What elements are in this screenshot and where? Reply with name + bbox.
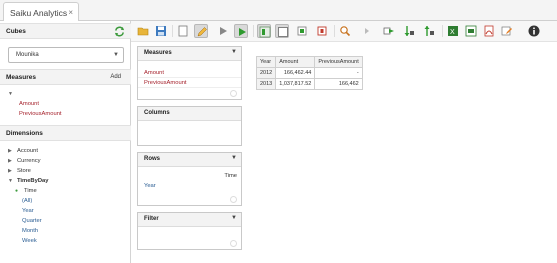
level-year[interactable]: Year [22, 208, 34, 214]
dropzone-icon [230, 240, 237, 247]
table-cell: 166,462 [314, 78, 363, 90]
tab-saiku-analytics[interactable]: Saiku Analytics × [3, 2, 79, 22]
open-query-icon[interactable] [136, 24, 150, 38]
table-row: 2013 1,037,817.52 166,462 [255, 78, 363, 90]
measure-item-label: Amount [144, 70, 164, 76]
dimension-account[interactable]: Account [17, 148, 38, 154]
automatic-execution-icon[interactable] [234, 24, 248, 38]
measure-item-label: PreviousAmount [144, 80, 187, 86]
column-header-amount[interactable]: Amount [275, 56, 316, 68]
rows-panel: Rows ▼ Time Year [137, 152, 242, 206]
rows-hierarchy-label: Time [224, 173, 237, 179]
collapsed-arrow-icon[interactable]: ▶ [8, 148, 12, 154]
export-csv-icon[interactable] [464, 24, 478, 38]
non-empty-icon[interactable] [295, 24, 309, 38]
tab-title: Saiku Analytics [10, 8, 68, 18]
hide-parents-icon[interactable] [275, 24, 289, 38]
measure-previous-amount[interactable]: PreviousAmount [19, 111, 62, 117]
table-cell: - [314, 67, 363, 79]
toggle-fields-icon[interactable] [257, 24, 271, 38]
table-cell: 1,037,817.52 [275, 78, 316, 90]
hierarchy-time[interactable]: Time [24, 188, 37, 194]
rows-panel-title: Rows [144, 156, 161, 162]
zoom-icon[interactable] [338, 24, 352, 38]
columns-panel: Columns [137, 106, 242, 146]
filter-panel: Filter ▼ [137, 212, 242, 250]
expanded-arrow-icon[interactable]: ▼ [8, 178, 13, 184]
measures-header: Measures Add [0, 69, 131, 85]
dimension-currency[interactable]: Currency [17, 158, 41, 164]
measures-title: Measures [6, 74, 36, 81]
dropzone-icon [230, 90, 237, 97]
chevron-down-icon[interactable]: ▼ [231, 49, 237, 55]
measures-panel-header: Measures ▼ [138, 47, 241, 61]
measures-panel-item-amount[interactable]: Amount [138, 68, 241, 78]
swap-axis-icon[interactable] [315, 24, 329, 38]
cube-select[interactable]: Mounika ▼ [8, 47, 124, 63]
new-query-icon[interactable] [176, 24, 190, 38]
dropzone-icon [230, 196, 237, 203]
add-measure-link[interactable]: Add [110, 74, 121, 80]
toolbar: X [131, 21, 557, 42]
sidebar: Cubes Mounika ▼ Measures Add ▼ Amount Pr… [0, 21, 131, 263]
collapsed-arrow-icon[interactable]: ▶ [8, 168, 12, 174]
sort-asc-icon[interactable] [402, 24, 416, 38]
close-icon[interactable]: × [68, 8, 73, 17]
table-cell: 166,462.44 [275, 67, 316, 79]
hierarchy-dot-icon: ● [15, 188, 19, 194]
drillthrough-icon[interactable] [360, 24, 374, 38]
chevron-down-icon[interactable]: ▼ [231, 155, 237, 161]
edit-mdx-icon[interactable] [500, 24, 514, 38]
measures-panel: Measures ▼ Amount PreviousAmount [137, 46, 242, 100]
run-icon[interactable] [216, 24, 230, 38]
sort-desc-icon[interactable] [422, 24, 436, 38]
chevron-down-icon[interactable]: ▼ [231, 215, 237, 221]
save-icon[interactable] [154, 24, 168, 38]
column-header-year[interactable]: Year [255, 56, 277, 68]
collapsed-arrow-icon[interactable]: ▶ [8, 158, 12, 164]
tab-bar: Saiku Analytics × [0, 0, 557, 22]
chevron-down-icon: ▼ [113, 52, 119, 58]
cubes-title: Cubes [6, 28, 26, 35]
export-pdf-icon[interactable] [482, 24, 496, 38]
cube-select-value: Mounika [16, 52, 39, 58]
dimension-timebyday[interactable]: TimeByDay [17, 178, 48, 184]
level-quarter[interactable]: Quarter [22, 218, 42, 224]
dimension-store[interactable]: Store [17, 168, 31, 174]
result-table: Year Amount PreviousAmount 2012 166,462.… [255, 56, 363, 90]
dimensions-title: Dimensions [6, 130, 43, 137]
table-row: 2012 166,462.44 - [255, 67, 363, 79]
level-all[interactable]: (All) [22, 198, 32, 204]
filter-panel-title: Filter [144, 216, 159, 222]
info-icon[interactable] [527, 24, 541, 38]
cubes-header: Cubes [0, 23, 131, 39]
filter-panel-header: Filter ▼ [138, 213, 241, 227]
columns-panel-title: Columns [144, 110, 170, 116]
columns-panel-header: Columns [138, 107, 241, 121]
level-week[interactable]: Week [22, 238, 37, 244]
rows-item-year[interactable]: Year [144, 183, 156, 189]
measures-panel-title: Measures [144, 50, 172, 56]
export-icon[interactable] [382, 24, 396, 38]
measure-amount[interactable]: Amount [19, 101, 39, 107]
export-xls-icon[interactable]: X [446, 24, 460, 38]
row-header-cell[interactable]: 2012 [255, 67, 277, 79]
dimensions-header: Dimensions [0, 125, 131, 141]
measures-panel-item-previous-amount[interactable]: PreviousAmount [138, 78, 241, 88]
table-header-row: Year Amount PreviousAmount [255, 56, 363, 68]
svg-text:X: X [450, 29, 455, 36]
refresh-icon[interactable] [114, 26, 125, 37]
column-header-previous-amount[interactable]: PreviousAmount [314, 56, 363, 68]
edit-icon[interactable] [194, 24, 208, 38]
level-month[interactable]: Month [22, 228, 38, 234]
rows-panel-header: Rows ▼ [138, 153, 241, 167]
expand-arrow-icon[interactable]: ▼ [8, 91, 13, 97]
row-header-cell[interactable]: 2013 [255, 78, 277, 90]
